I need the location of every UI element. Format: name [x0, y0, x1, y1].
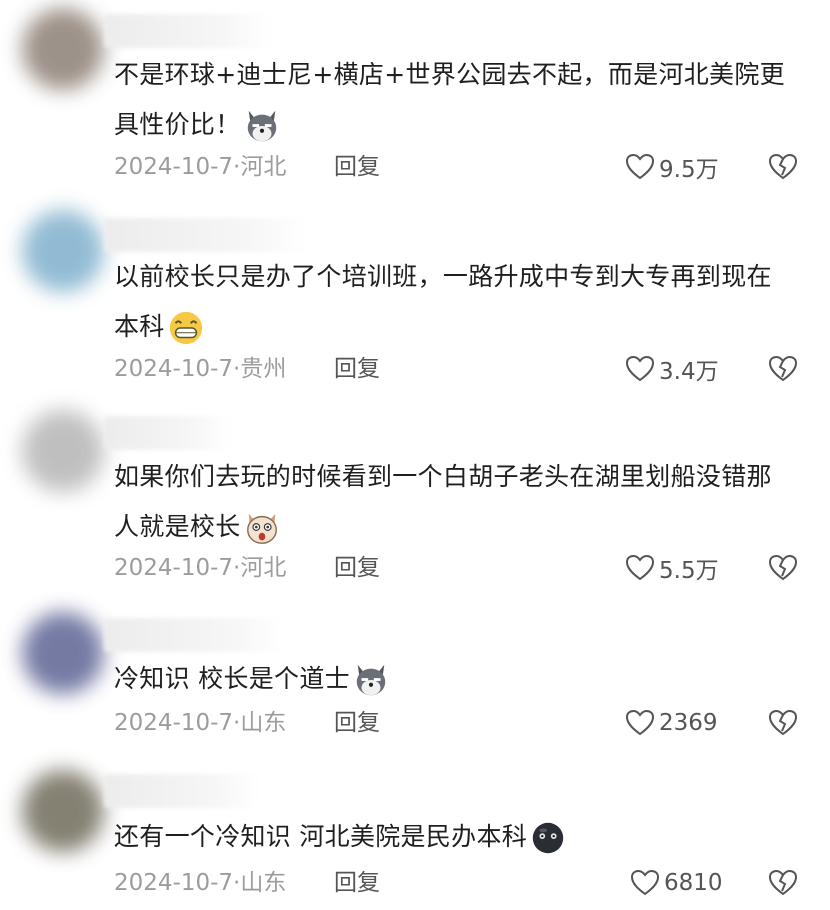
heart-icon [625, 553, 655, 583]
comment-meta: 2024-10-7·山东 [114, 706, 286, 740]
comment-location: 河北 [240, 154, 287, 180]
like-count: 2369 [659, 710, 718, 736]
comment-text-content: 还有一个冷知识 河北美院是民办本科 [114, 822, 528, 851]
comment-date: 2024-10-7· [114, 154, 241, 180]
dislike-button[interactable] [768, 706, 798, 740]
comment-location: 山东 [240, 710, 287, 736]
reply-button[interactable]: 回复 [334, 551, 380, 585]
comment-text: 冷知识 校长是个道士 [114, 654, 794, 704]
username-blurred[interactable] [104, 218, 308, 252]
comment-meta: 2024-10-7·贵州 [114, 352, 286, 386]
reply-button[interactable]: 回复 [334, 150, 380, 184]
like-count: 3.4万 [659, 359, 719, 385]
grin-icon [167, 309, 205, 347]
comment-location: 山东 [240, 870, 287, 896]
comment-date: 2024-10-7· [114, 710, 241, 736]
dislike-button[interactable] [768, 551, 798, 585]
comment-text-content: 以前校长只是办了个培训班，一路升成中专到大专再到现在本科 [114, 262, 772, 341]
avatar[interactable] [22, 410, 104, 492]
wolf-icon [352, 661, 390, 699]
dislike-button[interactable] [768, 352, 798, 386]
comment-meta: 2024-10-7·河北 [114, 551, 286, 585]
like-button[interactable]: 3.4万 [625, 352, 719, 386]
comment-text-content: 冷知识 校长是个道士 [114, 664, 350, 693]
like-count: 5.5万 [659, 558, 719, 584]
username-blurred[interactable] [104, 14, 272, 48]
comment-text-content: 如果你们去玩的时候看到一个白胡子老头在湖里划船没错那人就是校长 [114, 462, 772, 541]
comment-text: 如果你们去玩的时候看到一个白胡子老头在湖里划船没错那人就是校长 [114, 452, 794, 552]
broken-heart-icon [768, 868, 798, 898]
like-button[interactable]: 2369 [625, 706, 718, 740]
dislike-button[interactable] [768, 150, 798, 184]
comment-meta: 2024-10-7·山东 [114, 866, 286, 900]
broken-heart-icon [768, 152, 798, 182]
like-button[interactable]: 6810 [630, 866, 723, 900]
avatar[interactable] [22, 210, 104, 292]
avatar[interactable] [22, 770, 104, 852]
shocked-cat-icon [243, 509, 281, 547]
like-button[interactable]: 9.5万 [625, 150, 719, 184]
wolf-icon [243, 107, 281, 145]
heart-icon [625, 152, 655, 182]
heart-icon [630, 868, 660, 898]
comment-text-content: 不是环球+迪士尼+横店+世界公园去不起，而是河北美院更具性价比！ [114, 60, 785, 139]
heart-icon [625, 708, 655, 738]
like-button[interactable]: 5.5万 [625, 551, 719, 585]
comment-location: 河北 [240, 555, 287, 581]
reply-button[interactable]: 回复 [334, 866, 380, 900]
comment-text: 以前校长只是办了个培训班，一路升成中专到大专再到现在本科 [114, 252, 794, 352]
broken-heart-icon [768, 553, 798, 583]
avatar[interactable] [22, 612, 104, 694]
comment-text: 还有一个冷知识 河北美院是民办本科 [114, 812, 794, 862]
comment-date: 2024-10-7· [114, 356, 241, 382]
dark-ball-icon [529, 819, 567, 857]
username-blurred[interactable] [104, 618, 284, 652]
like-count: 9.5万 [659, 157, 719, 183]
broken-heart-icon [768, 708, 798, 738]
comment-date: 2024-10-7· [114, 870, 241, 896]
reply-button[interactable]: 回复 [334, 352, 380, 386]
comment-location: 贵州 [240, 356, 287, 382]
broken-heart-icon [768, 354, 798, 384]
username-blurred[interactable] [104, 416, 230, 450]
like-count: 6810 [664, 870, 723, 896]
comment-meta: 2024-10-7·河北 [114, 150, 286, 184]
avatar[interactable] [22, 8, 104, 90]
dislike-button[interactable] [768, 866, 798, 900]
reply-button[interactable]: 回复 [334, 706, 380, 740]
comment-text: 不是环球+迪士尼+横店+世界公园去不起，而是河北美院更具性价比！ [114, 50, 794, 150]
heart-icon [625, 354, 655, 384]
username-blurred[interactable] [104, 774, 260, 808]
comment-date: 2024-10-7· [114, 555, 241, 581]
